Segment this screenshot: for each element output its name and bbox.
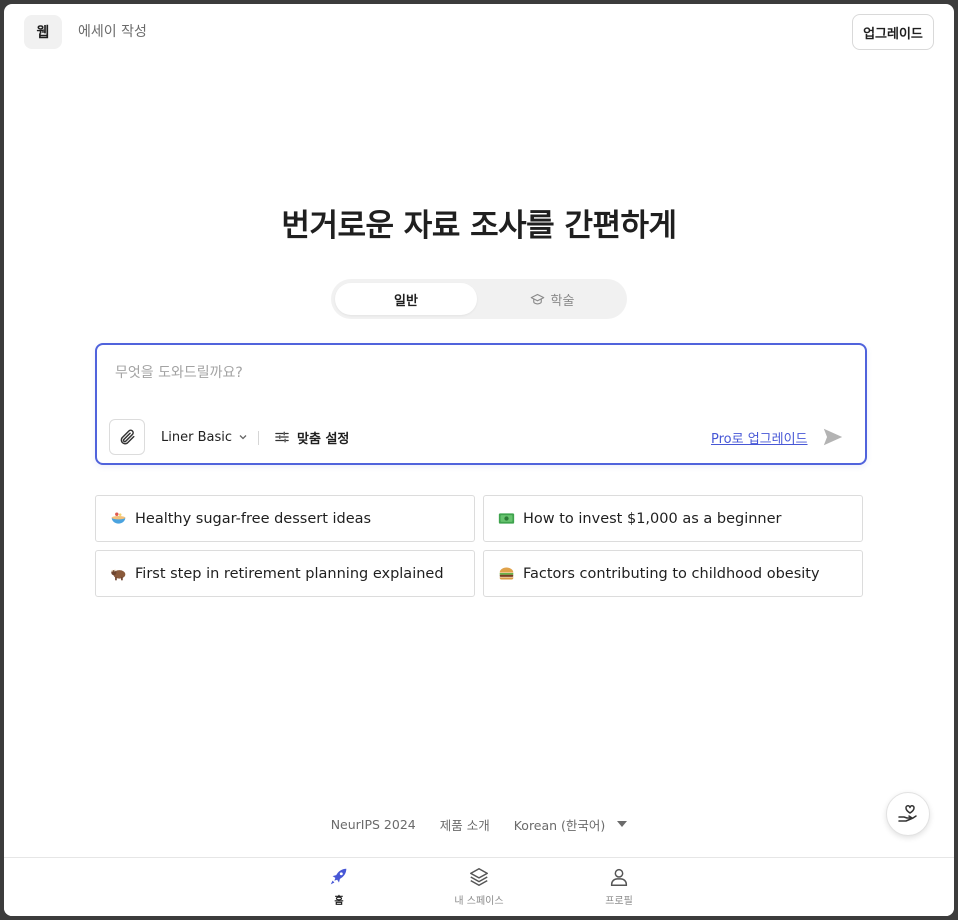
pro-upgrade-link[interactable]: Pro로 업그레이드 [711, 428, 808, 447]
nav-my-space-label: 내 스페이스 [454, 896, 504, 907]
tab-general[interactable]: 일반 [335, 283, 477, 315]
nav-profile[interactable]: 프로필 [579, 866, 659, 912]
suggestion-card[interactable]: Healthy sugar-free dessert ideas [95, 495, 475, 542]
feedback-button[interactable] [886, 792, 930, 836]
model-select-label: Liner Basic [161, 429, 232, 445]
prompt-box: Liner Basic 맞춤 설정 Pro로 업그레이드 [95, 343, 867, 465]
attach-button[interactable] [109, 419, 145, 455]
neurips-link[interactable]: NeurIPS 2024 [331, 817, 416, 832]
custom-settings-button[interactable]: 맞춤 설정 [275, 427, 349, 447]
bull-icon [109, 565, 127, 583]
graduation-cap-icon [530, 293, 544, 304]
nav-profile-label: 프로필 [605, 896, 633, 907]
suggestion-text: How to invest $1,000 as a beginner [523, 510, 782, 527]
suggestion-text: Factors contributing to childhood obesit… [523, 565, 820, 582]
top-bar: 웹 에세이 작성 업그레이드 [4, 4, 954, 60]
money-icon [497, 510, 515, 528]
custom-settings-label: 맞춤 설정 [297, 431, 350, 447]
nav-home-label: 홈 [334, 896, 344, 907]
suggestion-text: Healthy sugar-free dessert ideas [135, 510, 372, 527]
suggestion-card[interactable]: First step in retirement planning explai… [95, 550, 475, 597]
suggestion-card[interactable]: How to invest $1,000 as a beginner [483, 495, 863, 542]
layers-icon [470, 868, 488, 886]
sliders-icon [275, 431, 289, 443]
tab-academic[interactable]: 학술 [481, 283, 623, 315]
page-title: 번거로운 자료 조사를 간편하게 [281, 208, 677, 244]
language-label: Korean (한국어) [513, 817, 606, 833]
essay-mode-button[interactable]: 에세이 작성 [76, 15, 149, 49]
burger-icon [497, 565, 515, 583]
language-select[interactable]: Korean (한국어) [514, 815, 628, 834]
caret-down-icon [617, 821, 628, 827]
rocket-icon [330, 868, 347, 885]
chevron-down-icon [239, 435, 247, 440]
send-icon [823, 428, 843, 446]
suggestion-card[interactable]: Factors contributing to childhood obesit… [483, 550, 863, 597]
person-icon [610, 868, 628, 886]
bowl-icon [109, 510, 127, 528]
heart-hand-icon [898, 805, 917, 822]
tab-general-label: 일반 [394, 293, 418, 309]
upgrade-button[interactable]: 업그레이드 [852, 14, 934, 50]
bottom-nav: 홈 내 스페이스 프로필 [4, 857, 954, 916]
paperclip-icon [120, 429, 135, 445]
suggestion-text: First step in retirement planning explai… [135, 565, 444, 582]
product-intro-link[interactable]: 제품 소개 [440, 815, 490, 834]
send-button[interactable] [821, 425, 845, 449]
tab-academic-label: 학술 [550, 293, 575, 309]
footer-links: NeurIPS 2024 제품 소개 Korean (한국어) [4, 814, 954, 834]
nav-my-space[interactable]: 내 스페이스 [439, 866, 519, 912]
model-select[interactable]: Liner Basic [161, 427, 248, 447]
search-mode-tabs: 일반 학술 [331, 279, 627, 319]
web-mode-button[interactable]: 웹 [24, 15, 62, 49]
toolbar-divider [258, 431, 259, 445]
nav-home[interactable]: 홈 [299, 866, 379, 912]
prompt-input[interactable] [115, 361, 815, 385]
app-window: 웹 에세이 작성 업그레이드 번거로운 자료 조사를 간편하게 일반 학술 Li… [4, 4, 954, 916]
